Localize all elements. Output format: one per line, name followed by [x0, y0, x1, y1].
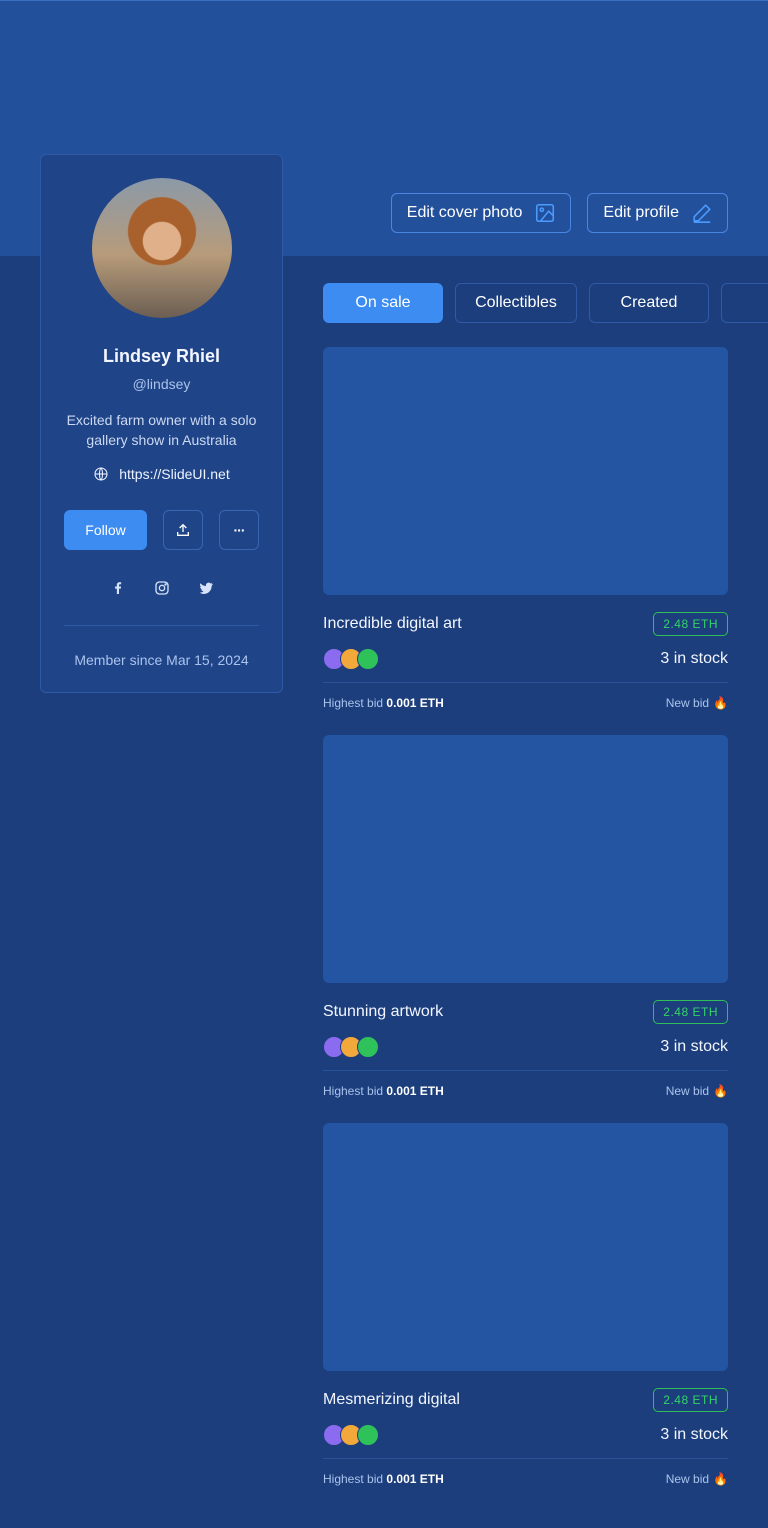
- highest-bid: Highest bid 0.001 ETH: [323, 1472, 444, 1486]
- fire-icon: 🔥: [713, 1084, 728, 1098]
- avatar: [357, 648, 379, 670]
- new-bid-link[interactable]: New bid 🔥: [666, 1472, 728, 1486]
- card-divider: [323, 1458, 728, 1459]
- stock-count: 3 in stock: [660, 1038, 728, 1055]
- share-button[interactable]: [163, 510, 203, 550]
- nft-image[interactable]: [323, 1123, 728, 1371]
- card-divider: [323, 682, 728, 683]
- image-icon: [536, 203, 555, 223]
- fire-icon: 🔥: [713, 696, 728, 710]
- globe-icon: [94, 467, 108, 481]
- tab-collectibles[interactable]: Collectibles: [455, 283, 577, 323]
- stock-count: 3 in stock: [660, 650, 728, 667]
- card-divider: [323, 1070, 728, 1071]
- profile-website[interactable]: https://SlideUI.net: [41, 466, 282, 482]
- upload-icon: [177, 523, 189, 536]
- edit-cover-photo-button[interactable]: Edit cover photo: [390, 193, 572, 233]
- highest-bid-value: 0.001 ETH: [386, 1084, 444, 1098]
- cover-actions: Edit cover photo Edit profile: [390, 193, 728, 233]
- new-bid-link[interactable]: New bid 🔥: [666, 696, 728, 710]
- nft-title: Mesmerizing digital: [323, 1391, 460, 1408]
- highest-bid: Highest bid 0.001 ETH: [323, 1084, 444, 1098]
- new-bid-label: New bid: [665, 1084, 710, 1098]
- profile-bio: Excited farm owner with a solo gallery s…: [66, 412, 257, 448]
- owner-avatars: [323, 648, 379, 670]
- highest-bid-value: 0.001 ETH: [386, 696, 444, 710]
- profile-actions: Follow ···: [64, 510, 259, 550]
- pencil-icon: [693, 204, 711, 223]
- more-options-button[interactable]: ···: [219, 510, 259, 550]
- price-badge: 2.48 ETH: [653, 1000, 728, 1024]
- edit-profile-button[interactable]: Edit profile: [587, 193, 728, 233]
- tab-on-sale[interactable]: On sale: [323, 283, 443, 323]
- nft-card[interactable]: Stunning artwork 2.48 ETH 3 in stock Hig…: [323, 735, 728, 1098]
- tab-bar: On sale Collectibles Created: [323, 283, 768, 323]
- new-bid-label: New bid: [665, 696, 710, 710]
- more-dots-icon: ···: [233, 522, 246, 538]
- nft-image[interactable]: [323, 347, 728, 595]
- profile-card: Lindsey Rhiel @lindsey Excited farm owne…: [40, 154, 283, 693]
- price-badge: 2.48 ETH: [653, 1388, 728, 1412]
- avatar: [357, 1036, 379, 1058]
- twitter-icon[interactable]: [198, 580, 214, 596]
- highest-bid-label: Highest bid: [323, 1084, 384, 1098]
- nft-image[interactable]: [323, 735, 728, 983]
- highest-bid-label: Highest bid: [323, 696, 384, 710]
- profile-handle: @lindsey: [132, 376, 191, 392]
- new-bid-label: New bid: [665, 1472, 710, 1486]
- tab-created[interactable]: Created: [589, 283, 709, 323]
- edit-cover-photo-label: Edit cover photo: [406, 204, 523, 221]
- avatar: [92, 178, 232, 318]
- follow-button[interactable]: Follow: [64, 510, 147, 550]
- member-since: Member since Mar 15, 2024: [74, 652, 249, 668]
- fire-icon: 🔥: [713, 1472, 728, 1486]
- nft-card[interactable]: Mesmerizing digital 2.48 ETH 3 in stock …: [323, 1123, 728, 1486]
- new-bid-link[interactable]: New bid 🔥: [666, 1084, 728, 1098]
- tab-overflow[interactable]: [721, 283, 768, 323]
- social-links: [41, 580, 282, 596]
- profile-name: Lindsey Rhiel: [102, 346, 221, 366]
- price-badge: 2.48 ETH: [653, 612, 728, 636]
- nft-card[interactable]: Incredible digital art 2.48 ETH 3 in sto…: [323, 347, 728, 710]
- instagram-icon[interactable]: [154, 580, 170, 596]
- edit-profile-label: Edit profile: [603, 204, 679, 221]
- highest-bid-label: Highest bid: [323, 1472, 384, 1486]
- nft-title: Stunning artwork: [323, 1003, 444, 1020]
- avatar: [357, 1424, 379, 1446]
- highest-bid-value: 0.001 ETH: [386, 1472, 444, 1486]
- facebook-icon[interactable]: [110, 580, 126, 596]
- owner-avatars: [323, 1036, 379, 1058]
- nft-title: Incredible digital art: [323, 615, 462, 632]
- profile-divider: [64, 625, 259, 626]
- highest-bid: Highest bid 0.001 ETH: [323, 696, 444, 710]
- website-link[interactable]: https://SlideUI.net: [119, 466, 230, 482]
- owner-avatars: [323, 1424, 379, 1446]
- stock-count: 3 in stock: [660, 1426, 728, 1443]
